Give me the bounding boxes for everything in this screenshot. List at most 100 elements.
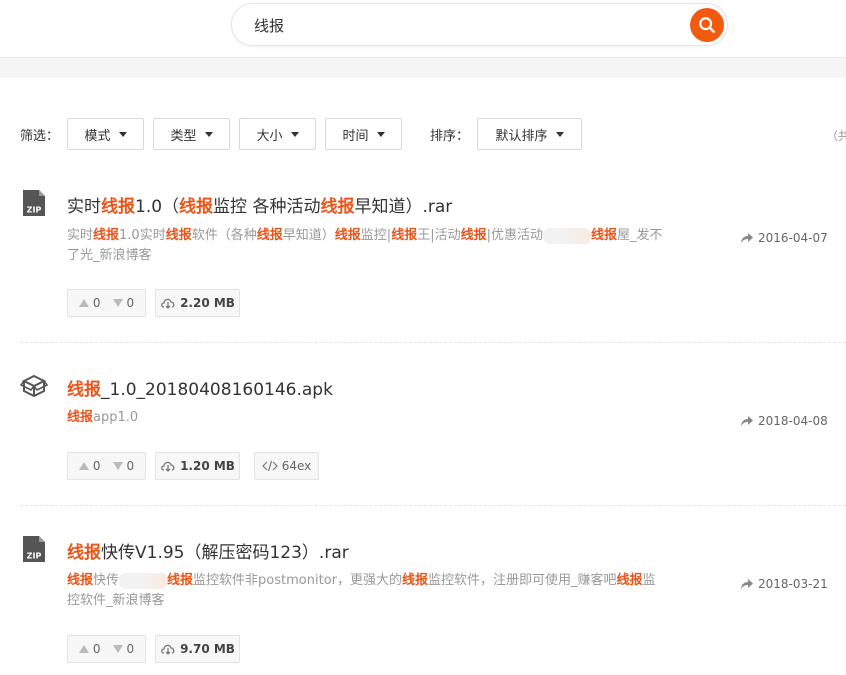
text-segment: 实时	[67, 197, 101, 217]
cloud-download-icon	[161, 461, 175, 472]
text-segment: 1.0实时	[119, 228, 166, 243]
dropdown-label: 大小	[256, 128, 283, 144]
cloud-download-icon	[161, 298, 175, 309]
file-size: 1.20 MB	[180, 459, 235, 473]
highlight-keyword: 线报	[402, 573, 429, 588]
vote-chip[interactable]: 0 0	[67, 635, 146, 663]
caret-down-icon	[118, 131, 127, 137]
search-button[interactable]	[690, 8, 724, 42]
text-segment: 快传	[93, 573, 120, 588]
filter-bar: 筛选： 模式 类型 大小 时间 排序： 默认排序 （共	[0, 118, 846, 150]
filter-size-dropdown[interactable]: 大小	[239, 118, 316, 150]
dropdown-label: 类型	[170, 128, 197, 144]
text-segment: 监控软件非postmonitor，更强大的	[193, 573, 402, 588]
text-segment: 王|活动	[417, 228, 461, 243]
text-segment: 监控 各种活动	[213, 197, 321, 217]
zip-file-icon: ZIP	[23, 536, 45, 562]
vote-chip[interactable]: 0 0	[67, 289, 146, 317]
result-title[interactable]: 实时线报1.0（线报监控 各种活动线报早知道）.rar	[67, 192, 452, 217]
zip-file-icon: ZIP	[23, 190, 45, 216]
dropdown-label: 默认排序	[495, 128, 548, 144]
result-date: 2018-03-21	[740, 577, 828, 591]
highlight-keyword: 线报	[167, 573, 194, 588]
caret-down-icon	[555, 131, 564, 137]
highlight-keyword: 线报	[334, 228, 361, 243]
highlight-keyword: 线报	[391, 228, 418, 243]
date-text: 2018-03-21	[758, 577, 828, 591]
dropdown-label: 模式	[84, 128, 111, 144]
upvote-icon[interactable]	[78, 645, 89, 653]
upvote-icon[interactable]	[78, 462, 89, 470]
highlight-keyword: 线报	[93, 228, 120, 243]
result-date: 2016-04-07	[740, 231, 828, 245]
text-segment: 快传V1.95（解压密码123）.rar	[101, 543, 349, 563]
filter-type-dropdown[interactable]: 类型	[153, 118, 230, 150]
result-title[interactable]: 线报快传V1.95（解压密码123）.rar	[67, 538, 349, 563]
total-count: （共	[826, 129, 846, 143]
redacted-blur	[119, 572, 168, 589]
result-description: 线报app1.0	[67, 408, 667, 428]
text-segment: |优惠活动	[486, 228, 543, 243]
text-segment: 实时	[67, 228, 94, 243]
downvote-icon[interactable]	[112, 645, 123, 653]
upvote-icon[interactable]	[78, 299, 89, 307]
text-segment: 监控软件，注册即可使用_赚客吧	[428, 573, 617, 588]
package-icon	[20, 374, 48, 398]
text-segment: 早知道）	[282, 228, 335, 243]
section-separator	[0, 58, 846, 78]
code-icon	[261, 460, 278, 472]
svg-text:ZIP: ZIP	[27, 206, 42, 215]
highlight-keyword: 线报	[165, 228, 192, 243]
result-title[interactable]: 线报_1.0_20180408160146.apk	[67, 375, 333, 400]
filter-time-dropdown[interactable]: 时间	[325, 118, 402, 150]
sort-label: 排序：	[430, 129, 470, 144]
dropdown-label: 时间	[342, 128, 369, 144]
text-segment: app1.0	[93, 410, 139, 425]
vote-chip[interactable]: 0 0	[67, 452, 146, 480]
upvote-count: 0	[92, 459, 101, 473]
share-arrow-icon	[741, 233, 753, 243]
highlight-keyword: 线报	[101, 197, 135, 217]
highlight-keyword: 线报	[591, 228, 618, 243]
download-size-chip[interactable]: 1.20 MB	[155, 452, 240, 480]
highlight-keyword: 线报	[67, 410, 94, 425]
downvote-count: 0	[126, 642, 135, 656]
downvote-icon[interactable]	[112, 299, 123, 307]
code-text: 64ex	[281, 459, 312, 473]
result-divider	[20, 342, 846, 343]
result-description: 线报快传 线报监控软件非postmonitor，更强大的线报监控软件，注册即可使用…	[67, 571, 667, 611]
filter-label: 筛选：	[20, 129, 60, 144]
file-size: 9.70 MB	[180, 642, 235, 656]
caret-down-icon	[204, 131, 213, 137]
text-segment: _1.0_20180408160146.apk	[101, 380, 333, 400]
share-arrow-icon	[741, 579, 753, 589]
highlight-keyword: 线报	[179, 197, 214, 217]
download-size-chip[interactable]: 9.70 MB	[155, 635, 240, 663]
download-size-chip[interactable]: 2.20 MB	[155, 289, 240, 317]
cloud-download-icon	[161, 644, 175, 655]
search-bar	[231, 3, 728, 46]
result-description: 实时线报1.0实时线报软件（各种线报早知道）线报监控|线报王|活动线报|优惠活动…	[67, 226, 667, 266]
upvote-count: 0	[92, 642, 101, 656]
sort-dropdown[interactable]: 默认排序	[477, 118, 582, 150]
file-size: 2.20 MB	[180, 296, 235, 310]
upvote-count: 0	[92, 296, 101, 310]
highlight-keyword: 线报	[320, 197, 355, 217]
text-segment: 早知道）.rar	[354, 197, 453, 217]
downvote-count: 0	[126, 296, 135, 310]
svg-text:ZIP: ZIP	[27, 552, 42, 561]
text-segment: 1.0（	[135, 197, 180, 217]
search-input[interactable]	[254, 13, 674, 37]
date-text: 2016-04-07	[758, 231, 828, 245]
code-chip[interactable]: 64ex	[254, 452, 319, 480]
highlight-keyword: 线报	[616, 573, 643, 588]
filter-mode-dropdown[interactable]: 模式	[67, 118, 144, 150]
share-arrow-icon	[741, 416, 753, 426]
downvote-count: 0	[126, 459, 135, 473]
highlight-keyword: 线报	[67, 380, 101, 400]
highlight-keyword: 线报	[67, 543, 101, 563]
text-segment: 监控|	[360, 228, 392, 243]
date-text: 2018-04-08	[758, 414, 828, 428]
downvote-icon[interactable]	[112, 462, 123, 470]
search-icon	[699, 17, 715, 33]
